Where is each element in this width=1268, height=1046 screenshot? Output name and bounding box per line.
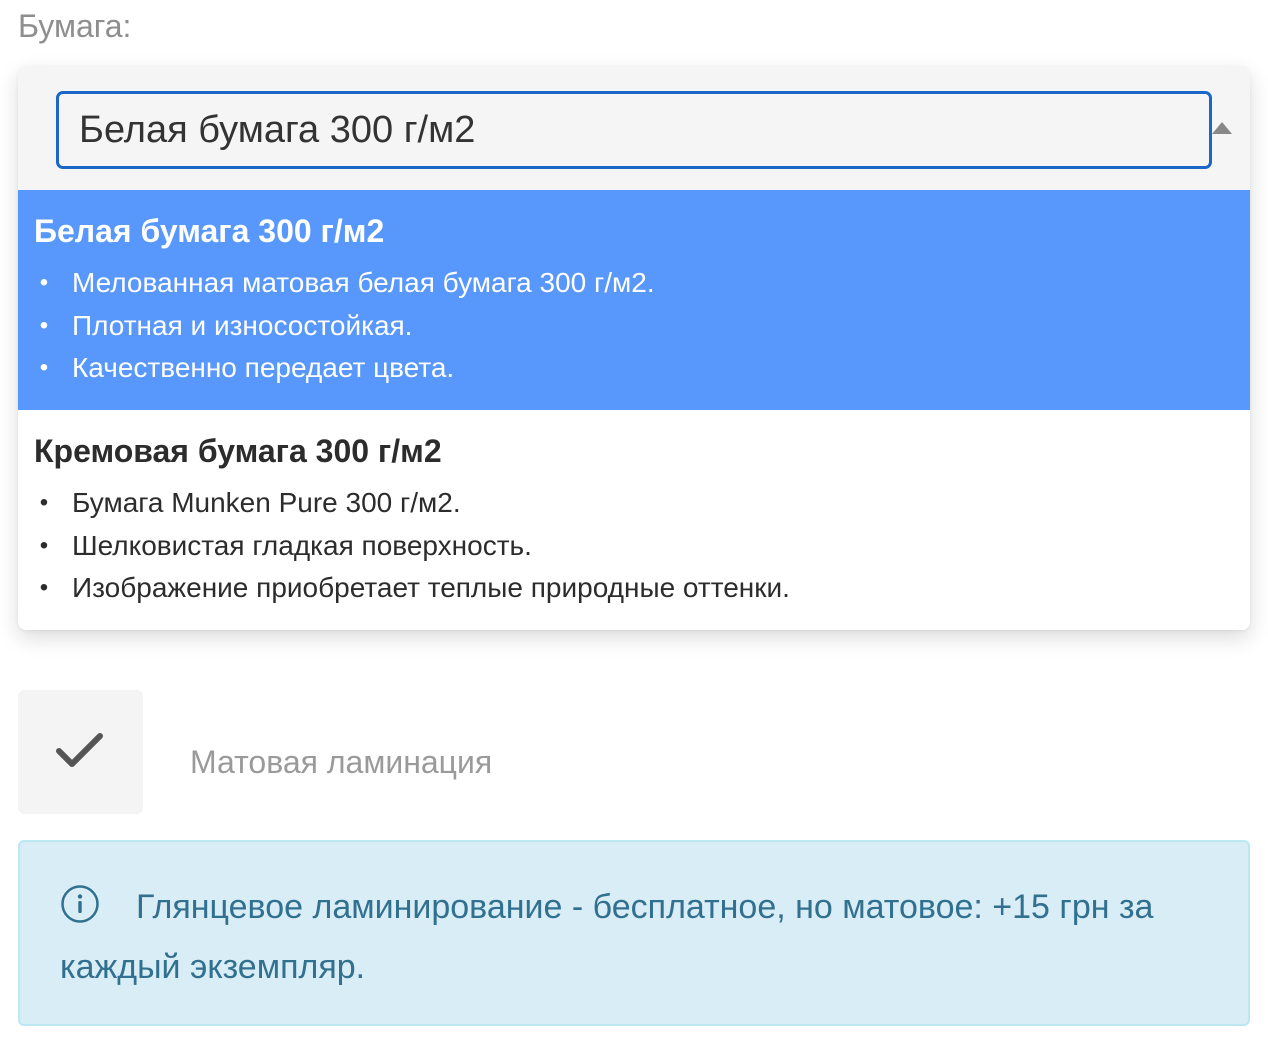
bullet-icon: • bbox=[39, 531, 49, 559]
list-item: • Мелованная матовая белая бумага 300 г/м… bbox=[34, 262, 1250, 305]
list-item: • Плотная и износостойкая. bbox=[34, 305, 1250, 348]
list-item: • Изображение приобретает теплые природны… bbox=[34, 567, 1250, 610]
feature-text: Плотная и износостойкая. bbox=[72, 309, 413, 341]
bullet-icon: • bbox=[39, 269, 49, 296]
list-item: • Качественно передает цвета. bbox=[34, 347, 1250, 390]
info-circle-icon bbox=[60, 884, 100, 940]
feature-text: Шелковистая гладкая поверхность. bbox=[72, 529, 532, 561]
caret-up-icon[interactable] bbox=[1212, 122, 1232, 134]
list-item: • Бумага Munken Pure 300 г/м2. bbox=[34, 482, 1250, 525]
option-features: • Мелованная матовая белая бумага 300 г/м… bbox=[34, 262, 1250, 390]
bullet-icon: • bbox=[39, 354, 49, 381]
feature-text: Качественно передает цвета. bbox=[72, 352, 455, 383]
matte-lamination-checkbox[interactable] bbox=[18, 690, 143, 814]
feature-text: Мелованная матовая белая бумага 300 г/м2… bbox=[72, 267, 655, 298]
bullet-icon: • bbox=[39, 311, 49, 339]
info-message: Глянцевое ламинирование - бесплатное, но… bbox=[60, 880, 1208, 994]
paper-select-dropdown: Белая бумага 300 г/м2 • Мелованная матова… bbox=[18, 66, 1250, 630]
info-alert: Глянцевое ламинирование - бесплатное, но… bbox=[18, 840, 1250, 1026]
bullet-icon: • bbox=[39, 574, 49, 601]
option-title: Белая бумага 300 г/м2 bbox=[34, 213, 385, 249]
feature-text: Бумага Munken Pure 300 г/м2. bbox=[72, 487, 461, 518]
paper-field-label: Бумага: bbox=[18, 8, 132, 44]
option-white-paper[interactable]: Белая бумага 300 г/м2 • Мелованная матова… bbox=[18, 190, 1250, 410]
matte-lamination-label[interactable]: Матовая ламинация bbox=[190, 740, 492, 784]
option-features: • Бумага Munken Pure 300 г/м2. • Шелковист… bbox=[34, 482, 1250, 610]
list-item: • Шелковистая гладкая поверхность. bbox=[34, 525, 1250, 568]
option-cream-paper[interactable]: Кремовая бумага 300 г/м2 • Бумага Munken … bbox=[18, 410, 1250, 630]
bullet-icon: • bbox=[39, 489, 49, 516]
option-title: Кремовая бумага 300 г/м2 bbox=[34, 433, 442, 469]
select-search-area bbox=[18, 66, 1250, 190]
info-text: Глянцевое ламинирование - бесплатное, но… bbox=[60, 888, 1154, 986]
paper-search-input[interactable] bbox=[56, 91, 1212, 169]
feature-text: Изображение приобретает теплые природные… bbox=[72, 572, 790, 603]
checkmark-icon bbox=[56, 733, 103, 767]
